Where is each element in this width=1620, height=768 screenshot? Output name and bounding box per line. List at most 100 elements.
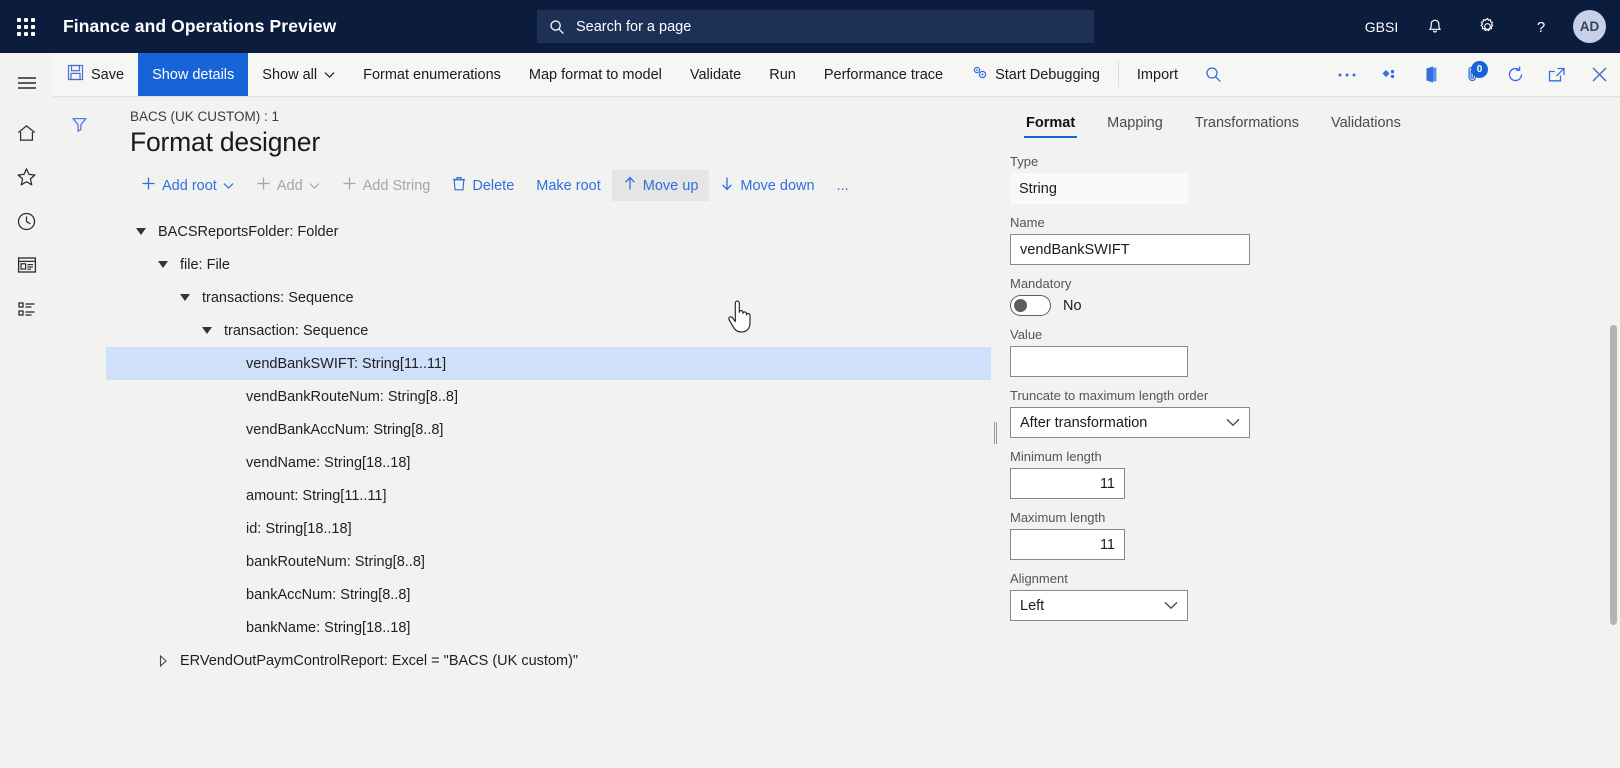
star-icon[interactable] xyxy=(7,155,47,199)
workspace-icon[interactable] xyxy=(7,243,47,287)
start-debugging-button[interactable]: Start Debugging xyxy=(957,53,1114,96)
chevron-down-icon xyxy=(1226,418,1240,427)
tree-row[interactable]: amount: String[11..11] xyxy=(106,479,991,512)
make-root-button-label: Make root xyxy=(536,177,601,194)
close-icon[interactable] xyxy=(1578,53,1620,96)
tree-row[interactable]: file: File xyxy=(106,248,991,281)
performance-trace-button[interactable]: Performance trace xyxy=(810,53,957,96)
tab-validations[interactable]: Validations xyxy=(1315,107,1417,140)
tree-row[interactable]: vendBankRouteNum: String[8..8] xyxy=(106,380,991,413)
move-down-button[interactable]: Move down xyxy=(709,170,825,201)
main-column: Save Show details Show all Format enumer… xyxy=(53,53,1620,768)
make-root-button[interactable]: Make root xyxy=(525,172,611,200)
company-selector[interactable]: GBSI xyxy=(1355,0,1408,53)
arrow-up-icon xyxy=(623,176,637,195)
global-search[interactable] xyxy=(537,10,1094,43)
list-icon[interactable] xyxy=(7,287,47,331)
avatar[interactable]: AD xyxy=(1573,10,1606,43)
format-enumerations-button[interactable]: Format enumerations xyxy=(349,53,515,96)
import-button[interactable]: Import xyxy=(1123,53,1192,96)
mandatory-toggle[interactable] xyxy=(1010,295,1051,316)
alignment-select[interactable]: Left xyxy=(1010,590,1188,621)
truncate-value: After transformation xyxy=(1020,414,1148,431)
truncate-select[interactable]: After transformation xyxy=(1010,407,1250,438)
tree-row[interactable]: id: String[18..18] xyxy=(106,512,991,545)
command-overflow-button[interactable]: ... xyxy=(826,172,860,200)
tree-expand-icon[interactable] xyxy=(152,261,174,268)
office-app-icon[interactable] xyxy=(1410,53,1452,96)
svg-text:?: ? xyxy=(1536,19,1544,36)
tree-expand-icon[interactable] xyxy=(174,294,196,301)
name-input[interactable] xyxy=(1010,234,1250,265)
filter-icon[interactable] xyxy=(65,109,95,139)
tree-row[interactable]: ERVendOutPaymControlReport: Excel = "BAC… xyxy=(106,644,991,677)
maximum-length-input[interactable] xyxy=(1010,529,1125,560)
save-button[interactable]: Save xyxy=(53,53,138,96)
name-field: Name xyxy=(1010,215,1620,265)
tree-row[interactable]: transaction: Sequence xyxy=(106,314,991,347)
attachments-badge: 0 xyxy=(1471,61,1488,78)
chevron-down-icon xyxy=(223,178,234,194)
add-root-button[interactable]: Add root xyxy=(130,170,245,201)
tab-mapping[interactable]: Mapping xyxy=(1091,107,1179,140)
truncate-field: Truncate to maximum length order After t… xyxy=(1010,388,1620,438)
value-input[interactable] xyxy=(1010,346,1188,377)
toolbar-search-icon[interactable] xyxy=(1192,53,1234,96)
tree-row-label: vendBankAccNum: String[8..8] xyxy=(246,421,444,438)
tree-row-label: bankAccNum: String[8..8] xyxy=(246,586,411,603)
tree-row[interactable]: vendBankSWIFT: String[11..11] xyxy=(106,347,991,380)
toolbar-divider xyxy=(1117,62,1119,87)
app-launcher-icon[interactable] xyxy=(0,0,52,53)
tree-row[interactable]: bankRouteNum: String[8..8] xyxy=(106,545,991,578)
refresh-icon[interactable] xyxy=(1494,53,1536,96)
value-label: Value xyxy=(1010,327,1043,342)
tree-row[interactable]: bankAccNum: String[8..8] xyxy=(106,578,991,611)
tree-row-label: vendName: String[18..18] xyxy=(246,454,411,471)
move-up-button[interactable]: Move up xyxy=(611,170,710,201)
splitter-grip xyxy=(994,421,997,444)
help-icon[interactable]: ? xyxy=(1514,0,1567,53)
delete-button-label: Delete xyxy=(472,177,515,194)
designer-pane: BACS (UK CUSTOM) : 1 Format designer Add… xyxy=(106,97,991,768)
tab-transformations[interactable]: Transformations xyxy=(1179,107,1315,140)
properties-scrollbar[interactable] xyxy=(1610,325,1617,625)
tree-row-label: vendBankRouteNum: String[8..8] xyxy=(246,388,458,405)
top-navigation-bar: Finance and Operations Preview GBSI ? AD xyxy=(0,0,1620,53)
show-details-button[interactable]: Show details xyxy=(138,53,249,96)
pane-splitter[interactable] xyxy=(991,97,1000,768)
tree-row[interactable]: vendName: String[18..18] xyxy=(106,446,991,479)
attachments-icon[interactable]: 0 xyxy=(1452,53,1494,96)
scrollbar-thumb[interactable] xyxy=(1610,325,1617,625)
home-icon[interactable] xyxy=(7,111,47,155)
toolbar-overflow-icon[interactable] xyxy=(1326,53,1368,96)
tree-command-bar: Add root Add Add String Delete Make root Move… xyxy=(106,158,991,201)
app-title: Finance and Operations Preview xyxy=(63,16,337,36)
tree-row[interactable]: bankName: String[18..18] xyxy=(106,611,991,644)
search-input[interactable] xyxy=(574,17,1082,36)
show-all-button[interactable]: Show all xyxy=(248,53,349,96)
clock-icon[interactable] xyxy=(7,199,47,243)
tree-expand-icon[interactable] xyxy=(196,327,218,334)
open-in-new-window-icon[interactable] xyxy=(1536,53,1578,96)
tree-row[interactable]: transactions: Sequence xyxy=(106,281,991,314)
map-format-to-model-button[interactable]: Map format to model xyxy=(515,53,676,96)
notifications-icon[interactable] xyxy=(1408,0,1461,53)
tree-row[interactable]: vendBankAccNum: String[8..8] xyxy=(106,413,991,446)
validate-button[interactable]: Validate xyxy=(676,53,755,96)
delete-button[interactable]: Delete xyxy=(441,170,525,201)
alignment-value: Left xyxy=(1020,597,1045,614)
settings-gear-icon[interactable] xyxy=(1461,0,1514,53)
hamburger-icon[interactable] xyxy=(7,61,47,105)
run-button[interactable]: Run xyxy=(755,53,810,96)
tree-expand-icon[interactable] xyxy=(130,228,152,235)
personalize-icon[interactable] xyxy=(1368,53,1410,96)
mandatory-field: Mandatory No xyxy=(1010,276,1620,316)
tree-row[interactable]: BACSReportsFolder: Folder xyxy=(106,215,991,248)
trash-icon xyxy=(452,176,466,195)
tree-collapse-icon[interactable] xyxy=(152,654,174,667)
save-label: Save xyxy=(91,66,125,83)
tab-format[interactable]: Format xyxy=(1010,107,1091,140)
value-field: Value xyxy=(1010,327,1620,377)
minimum-length-input[interactable] xyxy=(1010,468,1125,499)
toolbar-right-icons: 0 xyxy=(1326,53,1620,96)
